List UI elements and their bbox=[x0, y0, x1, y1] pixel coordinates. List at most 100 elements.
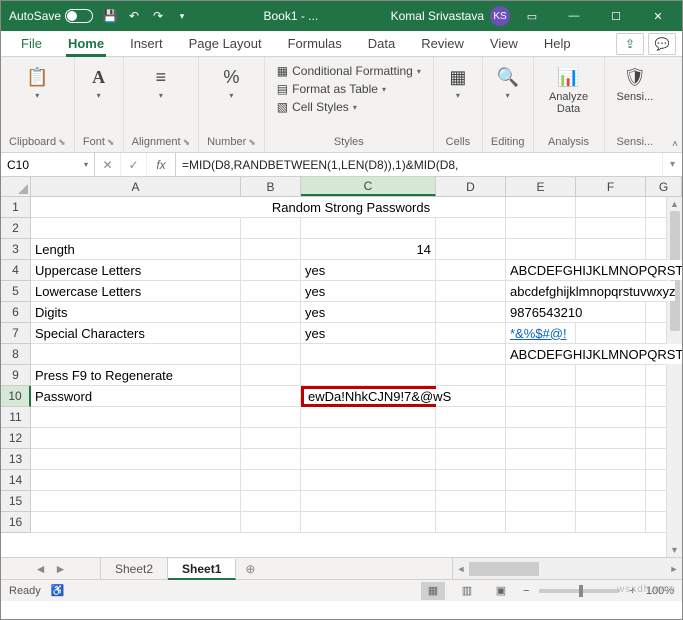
cell[interactable] bbox=[31, 512, 241, 533]
spreadsheet-grid[interactable]: A B C D E F G 1 Random Strong Passwords … bbox=[1, 177, 682, 557]
zoom-slider[interactable] bbox=[539, 589, 619, 593]
name-box[interactable]: C10 ▾ bbox=[1, 153, 95, 176]
cell[interactable] bbox=[436, 365, 506, 386]
cell[interactable]: ABCDEFGHIJKLMNOPQRSTUVWXYZ bbox=[506, 260, 576, 281]
col-header-C[interactable]: C bbox=[301, 177, 436, 196]
cell[interactable] bbox=[506, 386, 576, 407]
tab-insert[interactable]: Insert bbox=[118, 31, 175, 57]
tab-view[interactable]: View bbox=[478, 31, 530, 57]
cell[interactable] bbox=[576, 512, 646, 533]
cell[interactable] bbox=[436, 491, 506, 512]
cell[interactable]: yes bbox=[301, 302, 436, 323]
autosave-toggle[interactable]: AutoSave bbox=[9, 9, 93, 23]
col-header-E[interactable]: E bbox=[506, 177, 576, 196]
cell[interactable] bbox=[436, 344, 506, 365]
cell[interactable] bbox=[576, 491, 646, 512]
col-header-F[interactable]: F bbox=[576, 177, 646, 196]
cell[interactable] bbox=[241, 386, 301, 407]
row-header[interactable]: 8 bbox=[1, 344, 31, 365]
cell[interactable] bbox=[436, 449, 506, 470]
cell[interactable] bbox=[301, 428, 436, 449]
cell[interactable] bbox=[436, 470, 506, 491]
cell[interactable] bbox=[436, 428, 506, 449]
cell[interactable] bbox=[576, 407, 646, 428]
row-header[interactable]: 10 bbox=[1, 386, 31, 407]
cell[interactable] bbox=[31, 449, 241, 470]
row-header[interactable]: 2 bbox=[1, 218, 31, 239]
cell[interactable] bbox=[241, 344, 301, 365]
toggle-off-icon[interactable] bbox=[65, 9, 93, 23]
cell[interactable] bbox=[241, 512, 301, 533]
row-header[interactable]: 12 bbox=[1, 428, 31, 449]
cell[interactable]: *&%$#@! bbox=[506, 323, 576, 344]
cell[interactable] bbox=[436, 407, 506, 428]
cell[interactable] bbox=[576, 428, 646, 449]
row-header[interactable]: 5 bbox=[1, 281, 31, 302]
ribbon-display-icon[interactable]: ▭ bbox=[512, 2, 552, 30]
tab-home[interactable]: Home bbox=[56, 31, 116, 57]
cell[interactable]: Lowercase Letters bbox=[31, 281, 241, 302]
row-header[interactable]: 16 bbox=[1, 512, 31, 533]
cell[interactable] bbox=[436, 281, 506, 302]
cell[interactable]: Uppercase Letters bbox=[31, 260, 241, 281]
format-as-table-button[interactable]: ▤Format as Table▾ bbox=[273, 81, 390, 97]
sheet-prev-icon[interactable]: ◄ bbox=[35, 562, 47, 576]
redo-icon[interactable]: ↷ bbox=[149, 7, 167, 25]
sheet-tab-sheet1[interactable]: Sheet1 bbox=[168, 559, 236, 580]
horizontal-scrollbar[interactable]: ◄ ► bbox=[452, 558, 682, 579]
cell[interactable] bbox=[301, 470, 436, 491]
cell[interactable] bbox=[31, 197, 241, 218]
user-avatar[interactable]: KS bbox=[490, 6, 510, 26]
cell[interactable] bbox=[301, 218, 436, 239]
cell[interactable]: 14 bbox=[301, 239, 436, 260]
col-header-A[interactable]: A bbox=[31, 177, 241, 196]
dialog-launcher-icon[interactable]: ⬊ bbox=[248, 137, 256, 148]
cell[interactable] bbox=[576, 365, 646, 386]
cell[interactable] bbox=[241, 323, 301, 344]
cell[interactable] bbox=[241, 407, 301, 428]
analyze-data-button[interactable]: 📊Analyze Data bbox=[542, 63, 596, 117]
view-page-break-icon[interactable]: ▣ bbox=[489, 582, 513, 600]
sheet-nav[interactable]: ◄ ► bbox=[1, 558, 101, 579]
cell[interactable] bbox=[241, 302, 301, 323]
cell[interactable] bbox=[506, 365, 576, 386]
cell[interactable] bbox=[241, 428, 301, 449]
conditional-formatting-button[interactable]: ▦Conditional Formatting▾ bbox=[273, 63, 425, 79]
dialog-launcher-icon[interactable]: ⬊ bbox=[58, 137, 66, 148]
cell[interactable]: abcdefghijklmnopqrstuvwxyz bbox=[506, 281, 576, 302]
cell[interactable]: 9876543210 bbox=[506, 302, 576, 323]
tab-review[interactable]: Review bbox=[409, 31, 476, 57]
cell[interactable]: Password bbox=[31, 386, 241, 407]
cell[interactable] bbox=[301, 491, 436, 512]
row-header[interactable]: 13 bbox=[1, 449, 31, 470]
row-header[interactable]: 9 bbox=[1, 365, 31, 386]
scroll-up-icon[interactable]: ▲ bbox=[670, 199, 679, 209]
cell[interactable] bbox=[31, 491, 241, 512]
undo-icon[interactable]: ↶ bbox=[125, 7, 143, 25]
select-all-button[interactable] bbox=[1, 177, 31, 196]
row-header[interactable]: 3 bbox=[1, 239, 31, 260]
tab-formulas[interactable]: Formulas bbox=[276, 31, 354, 57]
cell[interactable]: ABCDEFGHIJKLMNOPQRSTUVWXYZabcdef bbox=[506, 344, 576, 365]
cell[interactable] bbox=[576, 323, 646, 344]
fx-icon[interactable]: fx bbox=[147, 158, 175, 172]
row-header[interactable]: 1 bbox=[1, 197, 31, 218]
minimize-icon[interactable]: — bbox=[554, 2, 594, 30]
editing-button[interactable]: 🔍▾ bbox=[492, 63, 524, 102]
dialog-launcher-icon[interactable]: ⬊ bbox=[107, 137, 115, 148]
cell[interactable] bbox=[436, 512, 506, 533]
number-button[interactable]: %▾ bbox=[215, 63, 247, 102]
cell[interactable] bbox=[301, 512, 436, 533]
cell[interactable] bbox=[506, 218, 576, 239]
zoom-out-icon[interactable]: − bbox=[523, 585, 529, 597]
cell[interactable] bbox=[241, 239, 301, 260]
save-icon[interactable]: 💾 bbox=[101, 7, 119, 25]
cell[interactable] bbox=[241, 491, 301, 512]
cell[interactable] bbox=[31, 470, 241, 491]
maximize-icon[interactable]: ☐ bbox=[596, 2, 636, 30]
cell[interactable] bbox=[436, 239, 506, 260]
cell[interactable] bbox=[241, 260, 301, 281]
user-name[interactable]: Komal Srivastava bbox=[391, 9, 484, 23]
cell[interactable] bbox=[436, 260, 506, 281]
formula-input[interactable]: =MID(D8,RANDBETWEEN(1,LEN(D8)),1)&MID(D8… bbox=[176, 153, 662, 176]
